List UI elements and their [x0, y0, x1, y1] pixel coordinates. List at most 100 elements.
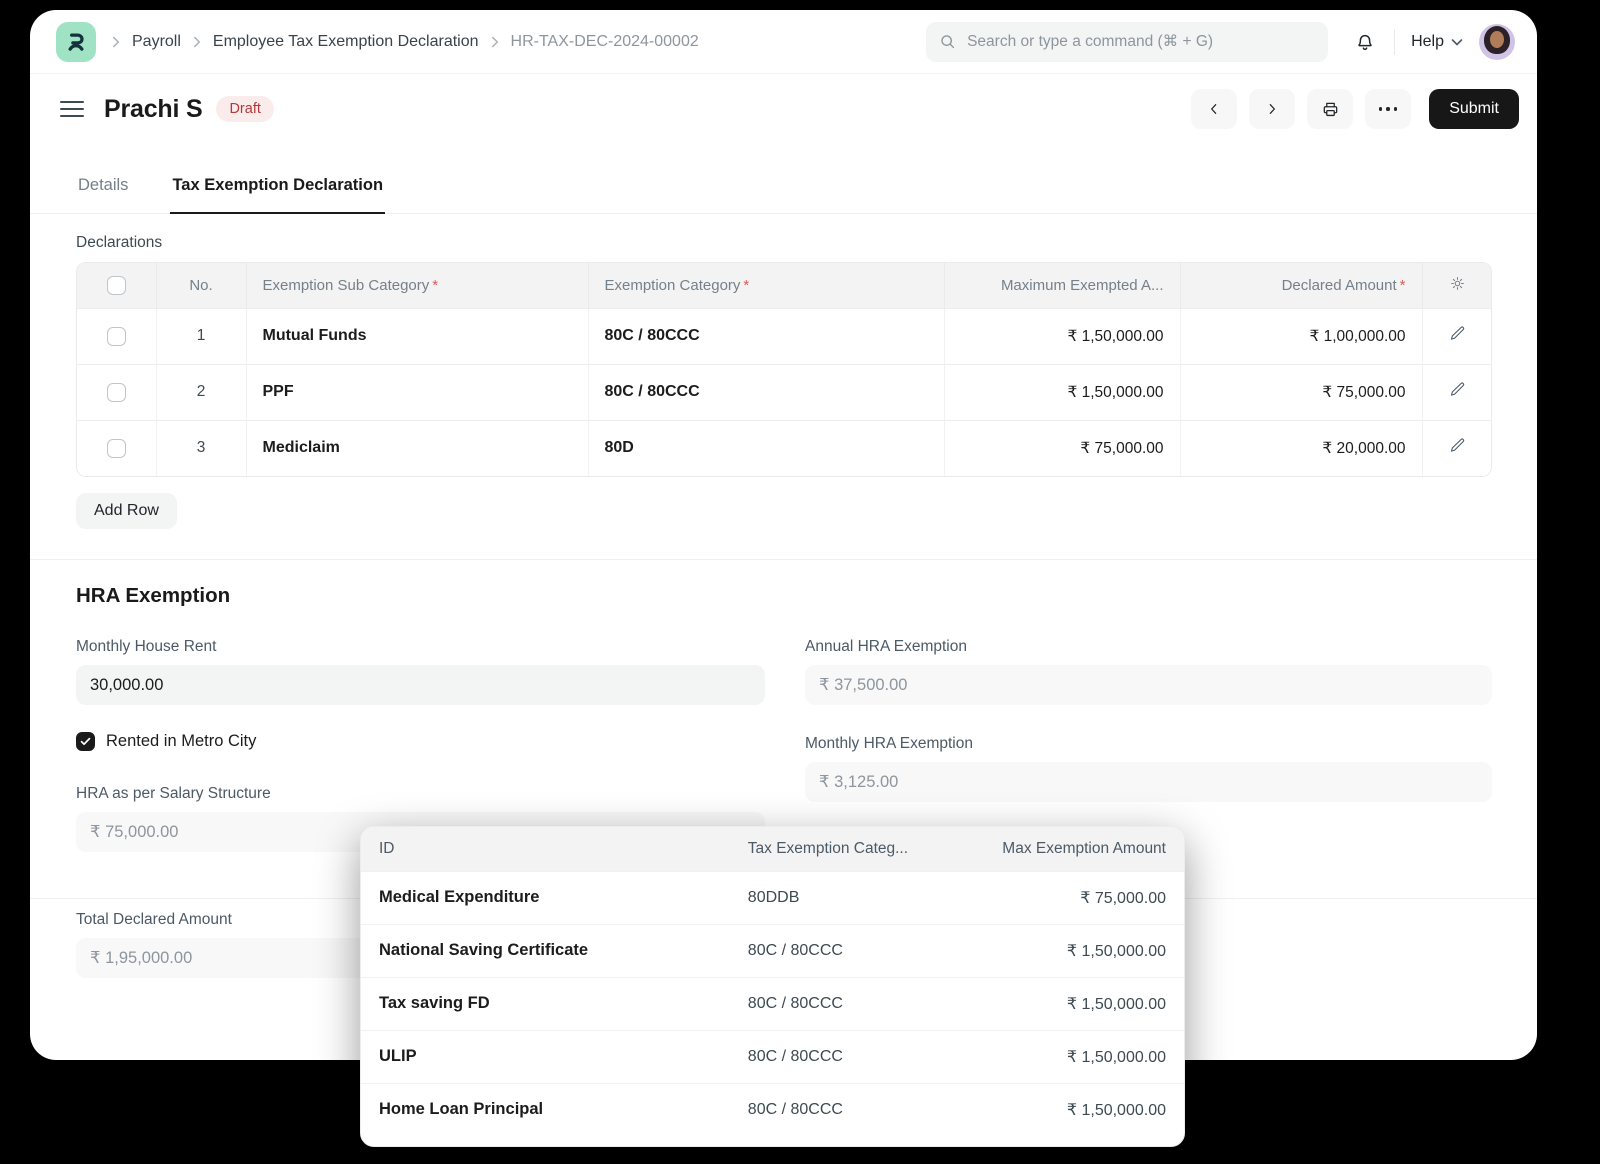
link-options-popup: ID Tax Exemption Categ... Max Exemption …	[360, 826, 1185, 1147]
monthly-hra-exemption-field	[805, 762, 1492, 802]
chevron-right-icon	[1264, 101, 1280, 117]
menu-icon-bar	[60, 115, 84, 117]
row-number: 1	[156, 308, 246, 364]
rented-in-metro-city-label: Rented in Metro City	[106, 732, 256, 751]
chevron-right-icon	[491, 36, 499, 48]
header-actions: Submit	[1191, 89, 1519, 129]
row-max-amount: ₹ 1,50,000.00	[944, 364, 1180, 420]
table-row[interactable]: 3 Mediclaim 80D ₹ 75,000.00 ₹ 20,000.00	[77, 420, 1492, 476]
user-avatar[interactable]	[1479, 24, 1515, 60]
print-button[interactable]	[1307, 89, 1353, 129]
popup-option-category: 80C / 80CCC	[748, 1083, 970, 1136]
app-logo[interactable]	[56, 22, 96, 62]
tab-tax-exemption-declaration[interactable]: Tax Exemption Declaration	[170, 160, 385, 214]
help-label: Help	[1411, 33, 1444, 51]
search-input[interactable]	[965, 32, 1315, 52]
search-icon	[939, 33, 956, 50]
popup-option-id: Home Loan Principal	[361, 1083, 748, 1136]
more-actions-button[interactable]	[1365, 89, 1411, 129]
popup-option-category: 80C / 80CCC	[748, 977, 970, 1030]
submit-button[interactable]: Submit	[1429, 89, 1519, 129]
chevron-right-icon	[193, 36, 201, 48]
popup-option-row[interactable]: National Saving Certificate 80C / 80CCC …	[361, 924, 1184, 977]
popup-option-row[interactable]: Home Loan Principal 80C / 80CCC ₹ 1,50,0…	[361, 1083, 1184, 1136]
chevron-down-icon	[1451, 38, 1463, 46]
popup-option-row[interactable]: Tax saving FD 80C / 80CCC ₹ 1,50,000.00	[361, 977, 1184, 1030]
help-menu[interactable]: Help	[1411, 33, 1463, 51]
column-header-sub-category: Exemption Sub Category*	[246, 263, 588, 308]
page-title: Prachi S	[104, 95, 202, 124]
rented-in-metro-city-field: Rented in Metro City	[76, 732, 765, 751]
ellipsis-icon	[1377, 107, 1400, 111]
row-category: 80C / 80CCC	[588, 364, 944, 420]
required-marker: *	[743, 277, 749, 294]
row-checkbox[interactable]	[107, 327, 126, 346]
popup-option-row[interactable]: Medical Expenditure 80DDB ₹ 75,000.00	[361, 871, 1184, 924]
popup-option-row[interactable]: ULIP 80C / 80CCC ₹ 1,50,000.00	[361, 1030, 1184, 1083]
chevron-right-icon	[112, 36, 120, 48]
hra-salary-structure-label: HRA as per Salary Structure	[76, 785, 765, 803]
breadcrumb-item-doctype[interactable]: Employee Tax Exemption Declaration	[213, 33, 479, 51]
select-all-checkbox[interactable]	[107, 276, 126, 295]
popup-options-list: Medical Expenditure 80DDB ₹ 75,000.00 Na…	[361, 871, 1184, 1136]
status-badge: Draft	[216, 96, 273, 122]
row-declared-amount: ₹ 1,00,000.00	[1180, 308, 1422, 364]
section-divider	[30, 559, 1537, 560]
row-number: 3	[156, 420, 246, 476]
pencil-icon	[1449, 437, 1466, 454]
edit-row-button[interactable]	[1449, 381, 1466, 398]
declarations-label: Declarations	[76, 234, 1492, 252]
row-max-amount: ₹ 1,50,000.00	[944, 308, 1180, 364]
breadcrumb-item-document-id[interactable]: HR-TAX-DEC-2024-00002	[511, 33, 699, 51]
hra-left-column: Monthly House Rent Rented in Metro City …	[76, 608, 765, 852]
rented-in-metro-city-checkbox[interactable]	[76, 732, 95, 751]
previous-document-button[interactable]	[1191, 89, 1237, 129]
declarations-table: No. Exemption Sub Category* Exemption Ca…	[76, 262, 1492, 477]
breadcrumb-item-payroll[interactable]: Payroll	[132, 33, 181, 51]
column-header-category: Exemption Category*	[588, 263, 944, 308]
column-header-no: No.	[156, 263, 246, 308]
monthly-house-rent-input[interactable]	[76, 665, 765, 705]
next-document-button[interactable]	[1249, 89, 1295, 129]
required-marker: *	[432, 277, 438, 294]
popup-option-id: Tax saving FD	[361, 977, 748, 1030]
popup-column-max-amount: Max Exemption Amount	[970, 827, 1184, 871]
table-row[interactable]: 2 PPF 80C / 80CCC ₹ 1,50,000.00 ₹ 75,000…	[77, 364, 1492, 420]
checkmark-icon	[80, 737, 91, 746]
popup-option-category: 80C / 80CCC	[748, 1030, 970, 1083]
edit-row-button[interactable]	[1449, 437, 1466, 454]
popup-option-max-amount: ₹ 1,50,000.00	[970, 1083, 1184, 1136]
notifications-button[interactable]	[1352, 29, 1378, 55]
row-declared-amount: ₹ 75,000.00	[1180, 364, 1422, 420]
hr-logo-icon	[63, 29, 89, 55]
declarations-table-body: 1 Mutual Funds 80C / 80CCC ₹ 1,50,000.00…	[77, 308, 1492, 476]
popup-option-category: 80DDB	[748, 871, 970, 924]
grid-settings-button[interactable]	[1449, 275, 1466, 292]
menu-icon-bar	[60, 101, 84, 103]
bell-icon	[1354, 31, 1376, 53]
page-header: Prachi S Draft Submit	[30, 74, 1537, 144]
popup-option-max-amount: ₹ 1,50,000.00	[970, 924, 1184, 977]
popup-option-id: Medical Expenditure	[361, 871, 748, 924]
row-checkbox[interactable]	[107, 439, 126, 458]
pencil-icon	[1449, 381, 1466, 398]
hra-form-grid: Monthly House Rent Rented in Metro City …	[76, 608, 1492, 852]
required-marker: *	[1400, 277, 1406, 294]
global-search[interactable]	[926, 22, 1328, 62]
sidebar-toggle-button[interactable]	[60, 101, 84, 117]
hra-section-title: HRA Exemption	[76, 584, 1492, 608]
table-row[interactable]: 1 Mutual Funds 80C / 80CCC ₹ 1,50,000.00…	[77, 308, 1492, 364]
top-navbar: Payroll Employee Tax Exemption Declarati…	[30, 10, 1537, 74]
popup-option-max-amount: ₹ 75,000.00	[970, 871, 1184, 924]
popup-option-id: ULIP	[361, 1030, 748, 1083]
row-category: 80C / 80CCC	[588, 308, 944, 364]
annual-hra-exemption-field	[805, 665, 1492, 705]
edit-row-button[interactable]	[1449, 325, 1466, 342]
printer-icon	[1321, 100, 1340, 119]
row-category: 80D	[588, 420, 944, 476]
navbar-divider	[1394, 29, 1395, 55]
tab-details[interactable]: Details	[76, 160, 130, 213]
row-declared-amount: ₹ 20,000.00	[1180, 420, 1422, 476]
add-row-button[interactable]: Add Row	[76, 493, 177, 529]
row-checkbox[interactable]	[107, 383, 126, 402]
